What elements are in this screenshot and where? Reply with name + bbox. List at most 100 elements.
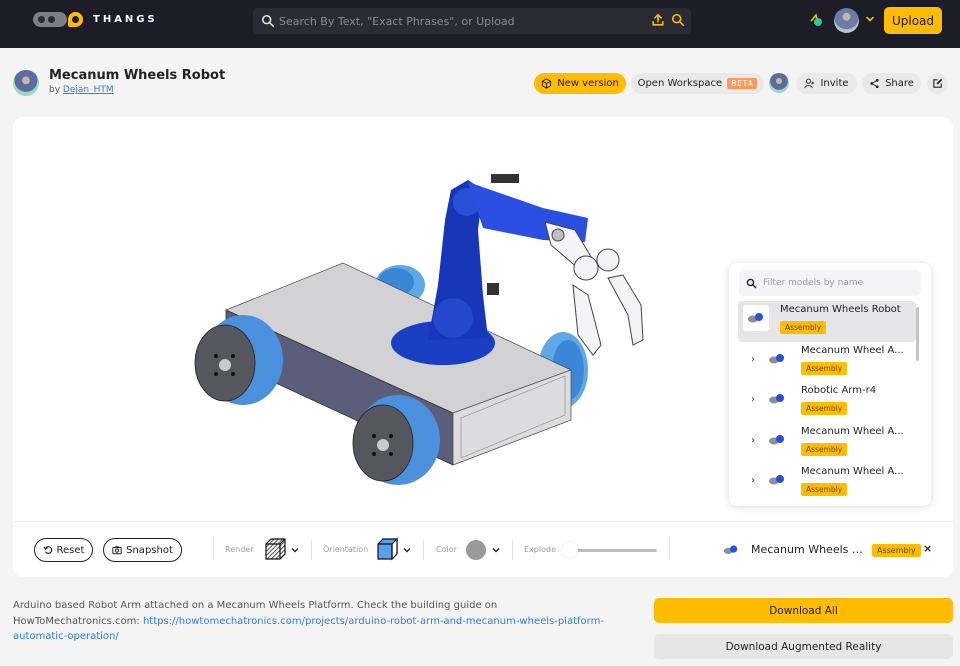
render-label: Render [225, 545, 254, 554]
user-avatar[interactable] [834, 8, 859, 33]
color-swatch[interactable] [466, 540, 486, 560]
assembly-icon [769, 434, 784, 444]
add-user-icon [804, 78, 815, 89]
divider [669, 540, 670, 560]
reset-icon [42, 546, 52, 554]
upload-icon[interactable] [651, 13, 665, 27]
filter-models-field [739, 270, 921, 296]
camera-icon [112, 546, 122, 555]
tree-item[interactable]: › Mecanum Wheel A... Assembly [738, 423, 916, 464]
3d-model-render[interactable] [183, 160, 663, 500]
open-workspace-button[interactable]: Open Workspace BETA [631, 73, 764, 94]
explode-slider-thumb[interactable] [562, 542, 578, 558]
chevron-down-icon[interactable] [403, 546, 411, 554]
explode-slider-track[interactable] [573, 549, 657, 552]
author-link[interactable]: Dejan_HTM [63, 85, 114, 95]
edit-button[interactable] [927, 73, 948, 94]
assembly-badge: Assembly [801, 402, 848, 415]
tree-item-name: Mecanum Wheel A... [801, 425, 904, 437]
orientation-cube-icon[interactable] [375, 537, 399, 561]
new-version-button[interactable]: New version [534, 73, 626, 94]
model-thumbnail [743, 305, 769, 331]
tree-item-name: Mecanum Wheel A... [801, 344, 904, 356]
assembly-icon [723, 545, 738, 554]
assembly-badge: Assembly [801, 483, 848, 496]
tree-item-name: Mecanum Wheels Robot [780, 304, 901, 315]
tree-item-name: Mecanum Wheel A... [801, 466, 904, 477]
chevron-right-icon[interactable]: › [751, 394, 755, 405]
assembly-icon [769, 353, 784, 363]
top-nav: THANGS Upload [0, 0, 960, 48]
snapshot-label: Snapshot [126, 544, 173, 556]
divider [512, 540, 513, 560]
model-title: Mecanum Wheels Robot [49, 68, 226, 83]
download-all-button[interactable]: Download All [654, 598, 953, 623]
reset-label: Reset [56, 544, 85, 556]
download-ar-button[interactable]: Download Augmented Reality [654, 634, 953, 659]
assembly-icon [748, 313, 763, 323]
divider [423, 540, 424, 560]
orientation-label: Orientation [323, 545, 369, 554]
tree-scrollbar[interactable] [916, 307, 919, 361]
model-tree-panel: Mecanum Wheels Robot Assembly › Mecanum … [729, 263, 931, 506]
collaborator-avatar[interactable] [769, 73, 789, 93]
invite-label: Invite [820, 78, 849, 89]
search-icon [261, 14, 275, 28]
model-thumbnail [764, 467, 790, 493]
logo-mark-icon [33, 12, 67, 27]
search-bar [253, 8, 691, 34]
by-prefix: by [49, 85, 61, 95]
chevron-right-icon[interactable]: › [751, 475, 755, 486]
model-thumbnail [764, 386, 790, 412]
search-icon [746, 278, 757, 288]
tree-item-name: Robotic Arm-r4 [801, 385, 877, 396]
model-thumbnail [764, 426, 790, 453]
divider [213, 540, 214, 560]
brand-name: THANGS [93, 14, 158, 25]
edit-icon [933, 78, 943, 88]
model-viewer[interactable]: Mecanum Wheels Robot Assembly › Mecanum … [13, 117, 953, 577]
render-mode-icon[interactable] [263, 537, 287, 561]
tree-item[interactable]: › Robotic Arm-r4 Assembly [738, 382, 916, 423]
close-icon[interactable]: × [923, 542, 932, 555]
reset-button[interactable]: Reset [34, 538, 93, 562]
model-tree-list: Mecanum Wheels Robot Assembly › Mecanum … [738, 301, 916, 504]
chevron-right-icon[interactable]: › [751, 354, 755, 365]
tree-item[interactable]: › Mecanum Wheel A... Assembly [738, 342, 916, 383]
author-line: by Dejan_HTM [49, 85, 114, 95]
snapshot-button[interactable]: Snapshot [103, 538, 182, 562]
invite-button[interactable]: Invite [796, 73, 857, 94]
model-description: Arduino based Robot Arm attached on a Me… [13, 598, 613, 645]
explode-label: Explode [524, 545, 556, 554]
share-icon [870, 78, 879, 89]
chevron-down-icon[interactable] [492, 546, 500, 554]
assembly-icon [769, 394, 784, 404]
assembly-icon [769, 475, 784, 485]
beta-badge: BETA [727, 78, 758, 89]
model-thumbnail [764, 345, 790, 372]
upload-button[interactable]: Upload [884, 7, 942, 34]
chevron-right-icon[interactable]: › [751, 435, 755, 446]
tree-item[interactable]: Mecanum Wheels Robot Assembly [738, 301, 916, 342]
cube-plus-icon [542, 78, 552, 89]
share-button[interactable]: Share [862, 73, 921, 94]
assembly-badge: Assembly [872, 544, 921, 557]
assembly-badge: Assembly [780, 321, 827, 334]
notifications-icon[interactable] [808, 12, 824, 28]
front-left-wheel [194, 315, 283, 405]
assembly-badge: Assembly [801, 361, 848, 375]
search-input[interactable] [279, 14, 639, 28]
share-label: Share [885, 78, 914, 89]
tree-item[interactable]: › Mecanum Wheel A... Assembly [738, 463, 916, 504]
logo-o-icon [68, 12, 83, 27]
selected-model-name: Mecanum Wheels R... [751, 543, 865, 556]
chevron-down-icon[interactable] [865, 14, 875, 24]
filter-models-input[interactable] [763, 278, 913, 288]
assembly-badge: Assembly [801, 442, 848, 456]
chevron-down-icon[interactable] [291, 546, 299, 554]
owner-avatar[interactable] [13, 70, 39, 96]
thangs-logo[interactable]: THANGS [33, 12, 158, 27]
viewer-toolbar: Reset Snapshot Render Orientation Color … [13, 521, 953, 577]
search-submit-icon[interactable] [671, 13, 685, 27]
new-version-label: New version [557, 78, 619, 89]
